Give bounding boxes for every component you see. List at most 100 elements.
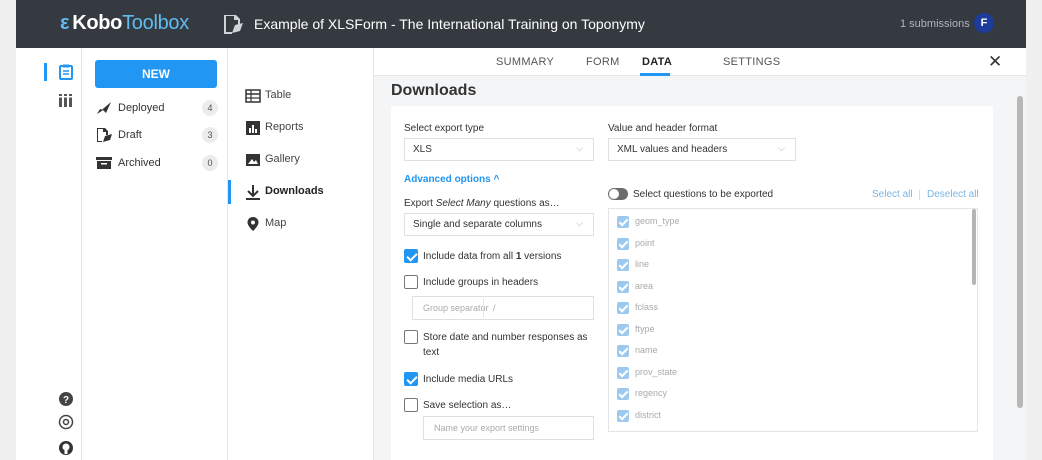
rail-active-indicator [44,63,47,81]
store-date-checkbox[interactable] [404,330,418,344]
question-label: geom_type [635,216,680,226]
submenu-label: Reports [265,121,304,133]
logo-kobo-text: Kobo [72,12,123,34]
sidebar-item-draft[interactable]: Draft 3 [96,127,220,145]
form-title: Example of XLSForm - The International T… [254,16,645,32]
format-select[interactable]: XML values and headers ⌵ [608,138,796,161]
include-versions-label: Include data from all 1 versions [423,251,561,262]
question-checkbox[interactable] [617,366,629,379]
select-value: Single and separate columns [413,219,542,230]
store-date-label-line2: text [423,347,440,358]
projects-icon[interactable] [58,64,74,80]
archive-icon [96,157,112,169]
submenu-reports[interactable]: Reports [228,112,374,144]
select-all-link[interactable]: Select all [872,189,913,200]
main-scrollbar[interactable] [1017,96,1023,408]
select-many-pre: Export [404,198,436,209]
submenu-map[interactable]: Map [228,208,374,240]
export-type-label: Select export type [404,123,485,134]
question-checkbox[interactable] [617,216,629,228]
sidebar-item-label: Deployed [118,102,165,114]
select-many-em: Select Many [435,198,491,209]
question-checkbox[interactable] [617,237,629,250]
questions-scrollbar[interactable] [972,209,976,285]
tab-bar: SUMMARY FORM DATA SETTINGS ✕ [374,48,1026,76]
question-checkbox[interactable] [617,409,629,422]
download-icon [246,185,260,200]
page-title: Downloads [391,82,477,99]
question-checkbox[interactable] [617,345,629,357]
chevron-down-icon: ⌵ [576,143,583,153]
question-checkbox[interactable] [617,259,629,271]
save-selection-checkbox[interactable] [404,398,418,412]
question-label: ftype [635,323,655,334]
help-icon[interactable]: ? [58,391,74,407]
tab-data[interactable]: DATA [642,56,672,68]
count-badge: 3 [202,127,218,143]
include-media-label: Include media URLs [423,374,514,385]
group-separator-label: Group separator [423,303,489,313]
tab-settings[interactable]: SETTINGS [723,56,780,68]
user-avatar[interactable]: F [974,13,994,33]
logo-toolbox-text: Toolbox [122,12,189,34]
include-versions-post: versions [521,251,562,262]
chevron-down-icon: ⌵ [778,143,785,153]
library-icon[interactable] [58,92,74,108]
tab-form[interactable]: FORM [586,56,620,68]
active-tab-underline [640,73,670,76]
sidebar-item-deployed[interactable]: Deployed 4 [96,100,220,118]
close-icon[interactable]: ✕ [988,52,1002,72]
draft-icon [97,128,112,142]
include-groups-checkbox[interactable] [404,275,418,289]
deselect-all-link[interactable]: Deselect all [927,189,979,200]
question-checkbox[interactable] [617,302,629,314]
submenu-gallery[interactable]: Gallery [228,144,374,176]
submenu-label: Table [265,89,292,101]
question-checkbox[interactable] [617,280,629,293]
question-label: regency [635,388,668,398]
top-header: ε KoboToolbox Example of XLSForm - The In… [16,0,1026,48]
tab-summary[interactable]: SUMMARY [496,56,554,68]
support-icon[interactable] [58,414,74,430]
group-separator-field[interactable]: Group separator / [412,296,594,320]
select-questions-label: Select questions to be exported [633,189,774,200]
kobotoolbox-logo[interactable]: ε KoboToolbox [60,12,189,35]
question-label: name [635,345,658,355]
new-project-button[interactable]: NEW [95,60,217,88]
questions-list: geom_type point line area fclass ftype name pro… [608,208,978,432]
submenu-label: Map [265,217,287,229]
question-label: fclass [635,302,659,312]
question-checkbox[interactable] [617,388,629,400]
submenu-table[interactable]: Table [228,80,374,112]
svg-text:?: ? [63,395,69,406]
github-icon[interactable] [58,440,74,456]
logo-mark: ε [60,12,70,34]
submenu-downloads[interactable]: Downloads [228,176,374,208]
select-questions-toggle[interactable] [608,188,628,200]
sidebar-item-archived[interactable]: Archived 0 [96,155,220,173]
question-checkbox[interactable] [617,431,629,432]
rocket-icon [97,102,111,114]
include-versions-checkbox[interactable] [404,249,418,263]
export-name-input[interactable]: Name your export settings [423,416,594,440]
gallery-icon [246,154,260,166]
project-status-sidebar: NEW Deployed 4 Draft 3 Archived 0 [82,48,228,460]
count-badge: 4 [202,100,218,116]
form-deployed-icon [224,15,243,34]
question-label: area [635,280,654,291]
data-submenu: Table Reports Gallery Downloads Map [228,48,374,460]
advanced-options-toggle[interactable]: Advanced options ^ [404,174,499,185]
link-divider [919,190,920,200]
submission-count: 1 submissions [900,18,970,30]
save-selection-label: Save selection as… [423,400,512,411]
export-type-select[interactable]: XLS ⌵ [404,138,594,161]
select-many-select[interactable]: Single and separate columns ⌵ [404,213,594,236]
question-label: point [635,237,655,248]
format-label: Value and header format [608,123,718,134]
question-checkbox[interactable] [617,323,629,336]
select-many-label: Export Select Many questions as… [404,198,560,209]
chevron-down-icon: ⌵ [576,218,583,228]
include-media-checkbox[interactable] [404,372,418,386]
export-name-placeholder: Name your export settings [434,423,540,433]
reports-icon [246,121,260,135]
